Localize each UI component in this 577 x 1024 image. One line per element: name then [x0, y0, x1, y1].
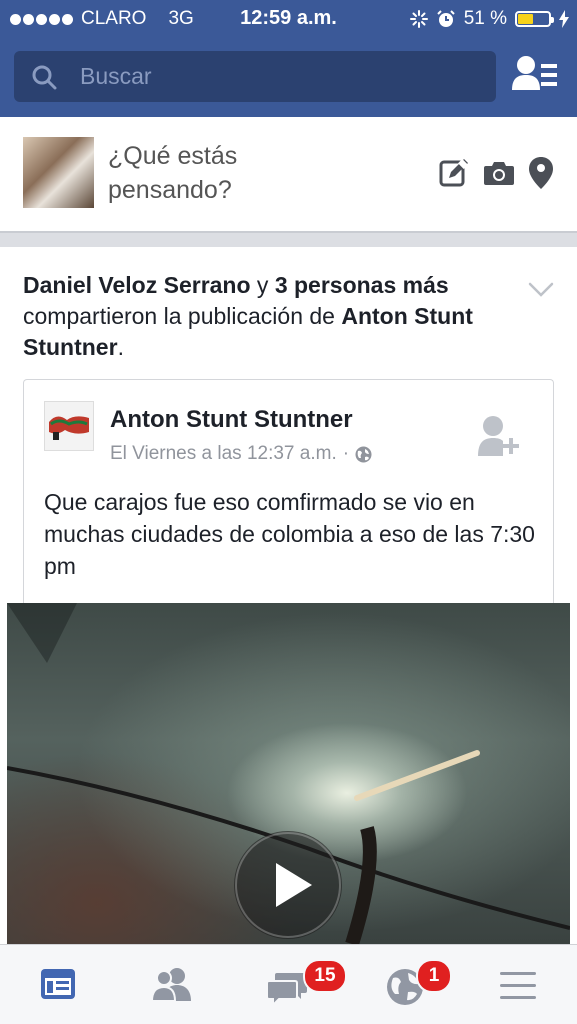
- battery-percent: 51 %: [463, 8, 507, 29]
- page-name[interactable]: Anton Stunt Stuntner: [110, 406, 353, 434]
- tab-notifications[interactable]: 1: [382, 959, 452, 1011]
- video-player[interactable]: [7, 603, 570, 944]
- status-bar: CLARO 3G 12:59 a.m. 51 %: [0, 0, 577, 38]
- share-header: Daniel Veloz Serrano y 3 personas más co…: [23, 270, 493, 363]
- bottom-tab-bar: 15 1: [0, 944, 577, 1024]
- location-pin-icon[interactable]: [529, 157, 553, 189]
- post-body-text: Que carajos fue eso comfirmado se vio en…: [44, 489, 535, 579]
- composer-prompt[interactable]: ¿Qué estás pensando?: [108, 139, 348, 207]
- section-divider: [0, 231, 577, 247]
- avatar[interactable]: [23, 137, 94, 208]
- conjunction-text: y: [250, 272, 275, 298]
- friends-icon: [150, 968, 191, 1002]
- tab-menu[interactable]: [495, 961, 555, 1011]
- top-header: CLARO 3G 12:59 a.m. 51 %: [0, 0, 577, 117]
- add-friend-icon[interactable]: [476, 414, 520, 460]
- shared-post-card[interactable]: Anton Stunt Stuntner El Viernes a las 12…: [23, 379, 554, 619]
- globe-icon: [355, 446, 372, 462]
- post-timestamp: El Viernes a las 12:37 a.m. ·: [110, 443, 372, 465]
- others-link[interactable]: 3 personas más: [275, 272, 449, 298]
- status-composer[interactable]: ¿Qué estás pensando?: [0, 117, 577, 231]
- tab-friends[interactable]: [144, 961, 204, 1011]
- tab-news-feed[interactable]: [30, 961, 90, 1011]
- search-input[interactable]: [80, 63, 470, 89]
- messages-badge: 15: [303, 959, 347, 993]
- edit-icon[interactable]: [439, 158, 469, 188]
- notifications-badge: 1: [416, 959, 452, 993]
- timestamp-separator: ·: [342, 443, 350, 464]
- page-avatar[interactable]: [44, 401, 94, 451]
- feed-post: Daniel Veloz Serrano y 3 personas más co…: [0, 247, 577, 944]
- news-feed-icon: [41, 969, 75, 999]
- period-text: .: [117, 334, 124, 360]
- play-icon: [235, 832, 341, 938]
- charging-icon: [559, 10, 569, 28]
- share-action-text: compartieron la publicación de: [23, 303, 342, 329]
- sharer-name[interactable]: Daniel Veloz Serrano: [23, 272, 251, 298]
- friend-requests-icon[interactable]: [510, 54, 560, 98]
- timestamp-text[interactable]: El Viernes a las 12:37 a.m.: [110, 443, 337, 465]
- camera-icon[interactable]: [483, 160, 515, 186]
- play-button[interactable]: [234, 831, 342, 939]
- activity-spinner-icon: [409, 10, 428, 28]
- chevron-down-icon[interactable]: [528, 282, 554, 298]
- tab-messages[interactable]: 15: [263, 959, 347, 1011]
- search-bar[interactable]: [14, 51, 496, 102]
- alarm-icon: [436, 10, 455, 27]
- search-icon: [32, 65, 57, 90]
- battery-icon: [515, 11, 554, 27]
- menu-icon: [500, 972, 536, 999]
